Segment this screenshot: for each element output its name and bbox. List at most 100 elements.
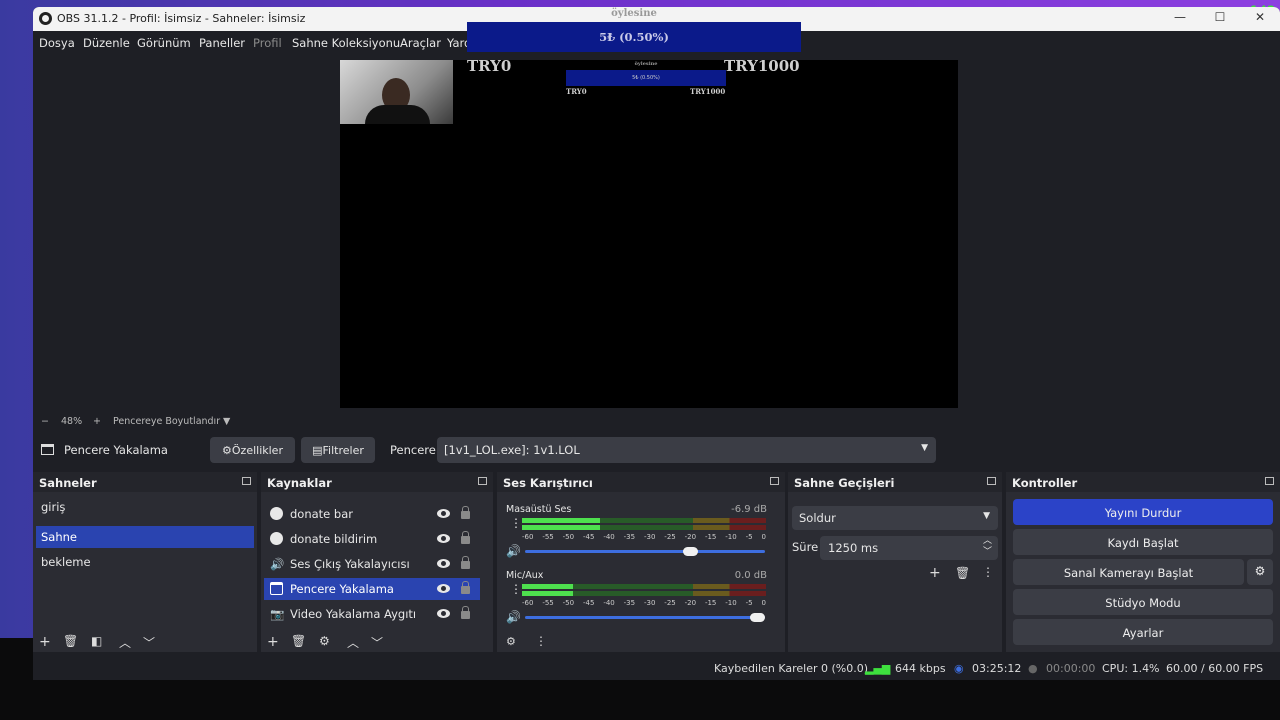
meter-tick: -30 <box>643 599 656 607</box>
undock-icon[interactable] <box>987 477 996 485</box>
meter-tick: -60 <box>522 599 534 607</box>
source-item[interactable]: 📷 Video Yakalama Aygıtı <box>264 603 480 625</box>
transitions-header: Sahne Geçişleri <box>788 472 1002 492</box>
duration-field[interactable]: 1250 ms ︿ ﹀ <box>820 536 998 560</box>
window-capture-icon <box>41 444 54 455</box>
move-up-icon[interactable]: ︿ <box>347 634 359 651</box>
remove-source-icon[interactable]: 🗑 <box>291 634 306 648</box>
window-select[interactable]: [1v1_LOL.exe]: 1v1.LOL ▼ <box>437 437 936 463</box>
overlay-small-name: öylesine <box>634 61 658 67</box>
lock-icon[interactable] <box>461 581 470 594</box>
meter-tick: -20 <box>684 533 697 541</box>
audio-meter <box>522 584 766 589</box>
menu-docks[interactable]: Paneller <box>199 36 245 50</box>
remove-scene-icon[interactable]: 🗑 <box>63 634 78 648</box>
audio-meter <box>522 525 766 530</box>
add-transition-icon[interactable]: + <box>929 565 941 581</box>
meter-tick: -10 <box>725 533 737 541</box>
zoom-out-button[interactable]: − <box>41 416 49 427</box>
volume-knob[interactable] <box>682 547 698 556</box>
undock-icon[interactable] <box>478 477 487 485</box>
overlay-min-label: TRY0 <box>467 57 512 75</box>
preview-canvas[interactable]: TRY0 TRY1000 5₺ (0.50%) öylesine TRY0 TR… <box>340 57 958 408</box>
fit-to-window[interactable]: Pencereye Boyutlandır <box>113 416 220 427</box>
more-options-icon[interactable]: ⋮ <box>535 634 547 648</box>
volume-knob[interactable] <box>750 613 765 622</box>
signal-bars-icon: ▂▄▆ <box>865 662 891 675</box>
scene-item-selected[interactable]: Sahne <box>36 526 254 548</box>
undock-icon[interactable] <box>770 477 779 485</box>
minimize-button[interactable]: — <box>1160 10 1200 28</box>
donate-bar-name: öylesine <box>611 8 657 19</box>
controls-header: Kontroller <box>1006 472 1280 492</box>
meter-tick: -25 <box>664 533 676 541</box>
visibility-eye-icon[interactable] <box>437 534 450 543</box>
zoom-dropdown-icon[interactable]: ▼ <box>223 416 230 427</box>
close-button[interactable]: ✕ <box>1240 10 1280 28</box>
more-options-icon[interactable]: ⋮ <box>510 582 522 596</box>
stop-stream-button[interactable]: Yayını Durdur <box>1013 499 1273 525</box>
menu-profile[interactable]: Profil <box>253 36 282 50</box>
lock-icon[interactable] <box>461 506 470 519</box>
mixer-header: Ses Karıştırıcı <box>497 472 785 492</box>
visibility-eye-icon[interactable] <box>437 559 450 568</box>
menu-tools[interactable]: Araçlar <box>400 36 441 50</box>
zoom-in-button[interactable]: + <box>93 416 101 427</box>
settings-button[interactable]: Ayarlar <box>1013 619 1273 645</box>
menu-edit[interactable]: Düzenle <box>83 36 130 50</box>
visibility-eye-icon[interactable] <box>437 509 450 518</box>
more-options-icon[interactable]: ⋮ <box>982 565 994 579</box>
menu-help[interactable]: Yardım <box>447 36 467 50</box>
move-down-icon[interactable]: ﹀ <box>143 634 155 651</box>
source-item[interactable]: 🔊 Ses Çıkış Yakalayıcısı <box>264 553 480 575</box>
source-item-selected[interactable]: Pencere Yakalama <box>264 578 480 600</box>
volume-slider[interactable] <box>525 613 765 622</box>
lock-icon[interactable] <box>461 556 470 569</box>
properties-button[interactable]: ⚙Özellikler <box>210 437 295 463</box>
studio-mode-button[interactable]: Stüdyo Modu <box>1013 589 1273 615</box>
source-properties-icon[interactable]: ⚙ <box>319 634 330 648</box>
source-item[interactable]: donate bildirim <box>264 528 480 550</box>
overlay-max-label: TRY1000 <box>724 57 800 75</box>
start-recording-button[interactable]: Kaydı Başlat <box>1013 529 1273 555</box>
advanced-audio-icon[interactable]: ⚙ <box>506 635 516 648</box>
scenes-dock: Sahneler giriş Sahne bekleme + 🗑 ◧ ︿ ﹀ <box>33 472 257 652</box>
move-down-icon[interactable]: ﹀ <box>371 634 383 651</box>
filters-button[interactable]: ▤Filtreler <box>301 437 375 463</box>
meter-tick: -5 <box>745 599 753 607</box>
scene-item[interactable]: bekleme <box>36 551 254 573</box>
sources-header: Kaynaklar <box>261 472 493 492</box>
zoom-bar: − 48% + Pencereye Boyutlandır ▼ <box>33 412 1280 430</box>
add-scene-icon[interactable]: + <box>39 634 51 650</box>
speaker-icon[interactable]: 🔊 <box>506 544 521 558</box>
add-source-icon[interactable]: + <box>267 634 279 650</box>
maximize-button[interactable]: ☐ <box>1200 10 1240 28</box>
menu-scene-collection[interactable]: Sahne Koleksiyonu <box>292 36 400 50</box>
speaker-icon[interactable]: 🔊 <box>506 610 521 624</box>
scene-filters-icon[interactable]: ◧ <box>91 634 102 648</box>
undock-icon[interactable] <box>1265 477 1274 485</box>
source-toolbar: Pencere Yakalama ⚙Özellikler ▤Filtreler … <box>33 434 1280 468</box>
transition-select[interactable]: Soldur ▼ <box>792 506 998 530</box>
menu-file[interactable]: Dosya <box>39 36 75 50</box>
meter-tick: -60 <box>522 533 534 541</box>
source-item[interactable]: donate bar <box>264 503 480 525</box>
spin-arrows-icon[interactable]: ︿ ﹀ <box>983 536 992 558</box>
more-options-icon[interactable]: ⋮ <box>510 516 522 530</box>
overlay-small-min: TRY0 <box>566 87 587 96</box>
meter-tick: -5 <box>745 533 753 541</box>
start-virtual-camera-button[interactable]: Sanal Kamerayı Başlat <box>1013 559 1244 585</box>
visibility-eye-icon[interactable] <box>437 609 450 618</box>
virtual-camera-settings-icon[interactable]: ⚙ <box>1247 559 1273 585</box>
visibility-eye-icon[interactable] <box>437 584 450 593</box>
lock-icon[interactable] <box>461 606 470 619</box>
menu-view[interactable]: Görünüm <box>137 36 191 50</box>
scene-item[interactable]: giriş <box>36 496 254 518</box>
lock-icon[interactable] <box>461 531 470 544</box>
undock-icon[interactable] <box>242 477 251 485</box>
move-up-icon[interactable]: ︿ <box>119 634 131 651</box>
meter-tick: -35 <box>623 533 636 541</box>
scenes-header: Sahneler <box>33 472 257 492</box>
volume-slider[interactable] <box>525 547 765 556</box>
remove-transition-icon[interactable]: 🗑 <box>955 566 970 580</box>
